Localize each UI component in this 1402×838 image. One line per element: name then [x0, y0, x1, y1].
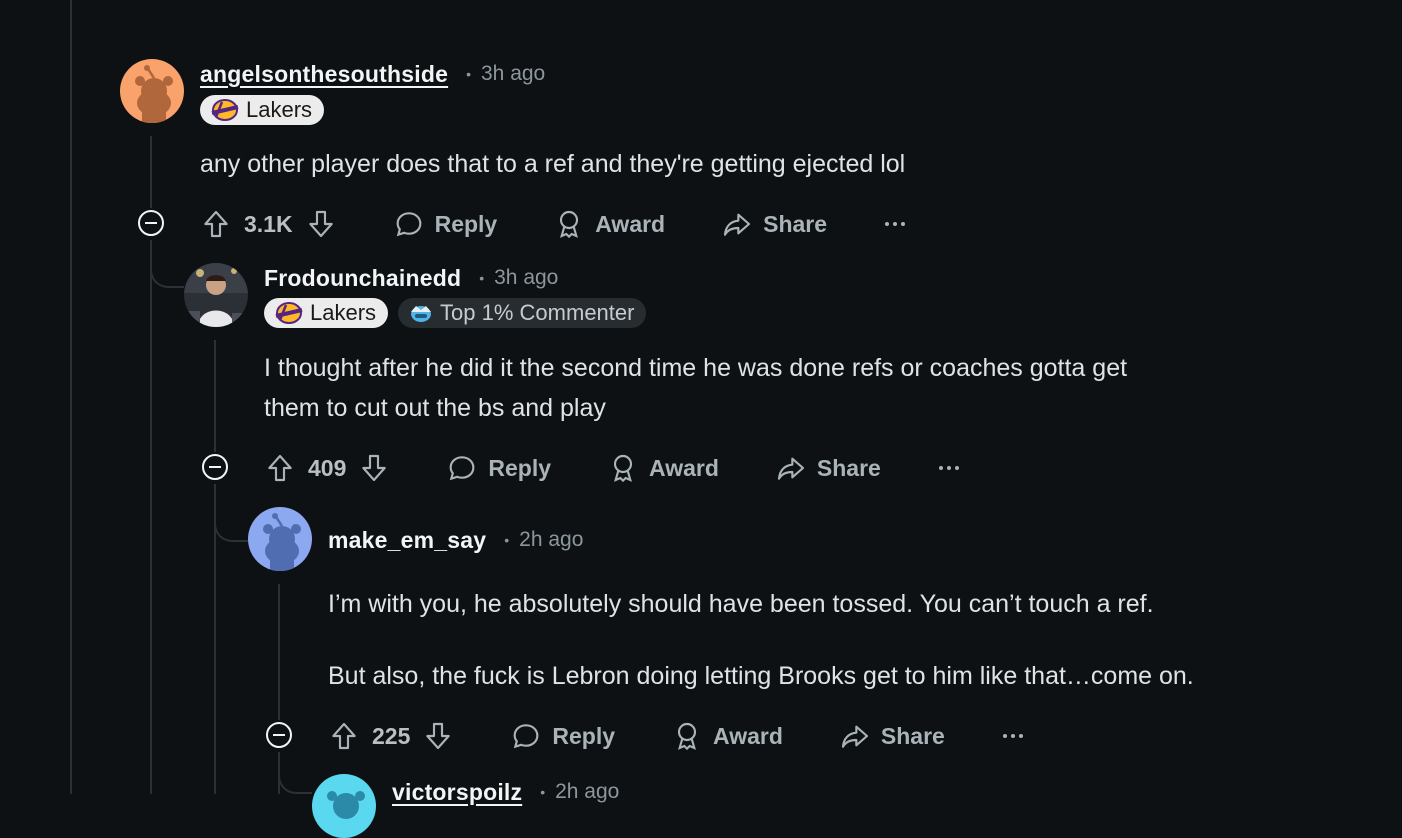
comment-bubble-icon [510, 720, 542, 752]
award-label: Award [595, 210, 666, 237]
avatar[interactable] [248, 507, 312, 571]
reply-label: Reply [552, 722, 616, 749]
username[interactable]: victorspoilz [392, 779, 522, 806]
snoo-avatar-icon [248, 507, 312, 571]
lakers-logo-icon [211, 99, 239, 121]
collapse-button[interactable] [138, 210, 164, 236]
vote-count: 225 [372, 722, 411, 749]
share-icon [721, 208, 753, 240]
upvote-icon[interactable] [328, 720, 360, 752]
thread-line-c1 [150, 136, 152, 208]
snoo-avatar-icon [312, 774, 376, 838]
award-button[interactable]: Award [607, 452, 719, 484]
reply-label: Reply [488, 454, 552, 481]
downvote-icon[interactable] [358, 452, 390, 484]
flair-row: Lakers [200, 95, 325, 125]
thread-connector-c3 [214, 484, 248, 542]
award-icon [553, 208, 585, 240]
snoo-avatar-icon [120, 59, 184, 123]
separator-dot: • [479, 270, 485, 286]
timestamp[interactable]: 3h ago [481, 62, 545, 86]
timestamp[interactable]: 3h ago [494, 266, 558, 290]
award-icon [607, 452, 639, 484]
separator-dot: • [540, 784, 546, 800]
avatar[interactable] [184, 263, 248, 327]
comment-bubble-icon [446, 452, 478, 484]
username[interactable]: angelsonthesouthside [200, 61, 448, 88]
award-label: Award [649, 454, 719, 481]
comment-line: I thought after he did it the second tim… [264, 354, 1128, 382]
more-options-icon[interactable] [1002, 734, 1023, 738]
lakers-logo-icon [275, 302, 303, 324]
share-button[interactable]: Share [775, 452, 881, 484]
flair-top-commenter: Top 1% Commenter [398, 298, 647, 328]
collapse-button[interactable] [266, 722, 292, 748]
reply-label: Reply [434, 210, 498, 237]
downvote-icon[interactable] [422, 720, 454, 752]
vote-group: 3.1K [200, 208, 337, 240]
username[interactable]: Frodounchainedd [264, 265, 461, 292]
comment-bubble-icon [393, 208, 425, 240]
share-label: Share [763, 210, 828, 237]
thread-connector-c4 [278, 752, 312, 794]
collapse-button[interactable] [202, 454, 228, 480]
user-photo-avatar-icon [184, 263, 248, 327]
share-label: Share [880, 722, 945, 749]
avatar[interactable] [312, 774, 376, 838]
action-bar: 3.1K Reply Award Share [200, 204, 906, 244]
comment-line: them to cut out the bs and play [264, 394, 606, 422]
vote-count: 409 [308, 454, 347, 481]
flair-row: Lakers Top 1% Commenter [264, 298, 647, 328]
downvote-icon[interactable] [305, 208, 337, 240]
award-icon [671, 720, 703, 752]
comment-body: I’m with you, he absolutely should have … [328, 584, 1194, 696]
upvote-icon[interactable] [200, 208, 232, 240]
flair-lakers: Lakers [200, 95, 325, 125]
username[interactable]: make_em_say [328, 527, 486, 554]
flair-label: Top 1% Commenter [440, 300, 635, 325]
vote-count: 3.1K [244, 210, 293, 237]
share-icon [839, 720, 871, 752]
thread-line-c3 [278, 584, 280, 720]
share-button[interactable]: Share [721, 208, 827, 240]
reply-button[interactable]: Reply [510, 720, 615, 752]
comment-paragraph: I’m with you, he absolutely should have … [328, 590, 1154, 618]
avatar[interactable] [120, 59, 184, 123]
comment-paragraph: any other player does that to a ref and … [200, 150, 906, 178]
award-button[interactable]: Award [671, 720, 783, 752]
reply-button[interactable]: Reply [393, 208, 498, 240]
comment-body: any other player does that to a ref and … [200, 144, 905, 184]
comment-meta: angelsonthesouthside • 3h ago [200, 58, 545, 90]
action-bar: 225 Reply Award Share [328, 716, 1023, 756]
award-button[interactable]: Award [553, 208, 665, 240]
share-label: Share [816, 454, 881, 481]
upvote-icon[interactable] [264, 452, 296, 484]
thread-line-c1-cont [150, 240, 152, 794]
separator-dot: • [466, 66, 471, 82]
award-label: Award [713, 722, 783, 749]
share-button[interactable]: Share [839, 720, 945, 752]
reply-button[interactable]: Reply [446, 452, 551, 484]
comment-meta: victorspoilz • 2h ago [392, 776, 619, 808]
comment-paragraph: But also, the fuck is Lebron doing letti… [328, 662, 1194, 690]
comment-body: I thought after he did it the second tim… [264, 348, 1127, 428]
comment-meta: make_em_say • 2h ago [328, 524, 583, 556]
separator-dot: • [504, 532, 510, 548]
thread-line-root [70, 0, 72, 794]
vote-group: 225 [328, 720, 454, 752]
top-commenter-badge-icon [411, 306, 432, 322]
timestamp[interactable]: 2h ago [555, 780, 619, 804]
flair-lakers: Lakers [264, 298, 389, 328]
thread-connector-c2 [150, 240, 184, 288]
more-options-icon[interactable] [938, 466, 959, 470]
vote-group: 409 [264, 452, 390, 484]
share-icon [775, 452, 807, 484]
action-bar: 409 Reply Award Share [264, 448, 959, 488]
thread-line-c2 [214, 340, 216, 452]
comment-meta: Frodounchainedd • 3h ago [264, 262, 558, 294]
flair-label: Lakers [310, 300, 377, 325]
flair-label: Lakers [246, 97, 313, 122]
more-options-icon[interactable] [885, 222, 906, 226]
timestamp[interactable]: 2h ago [519, 528, 583, 552]
